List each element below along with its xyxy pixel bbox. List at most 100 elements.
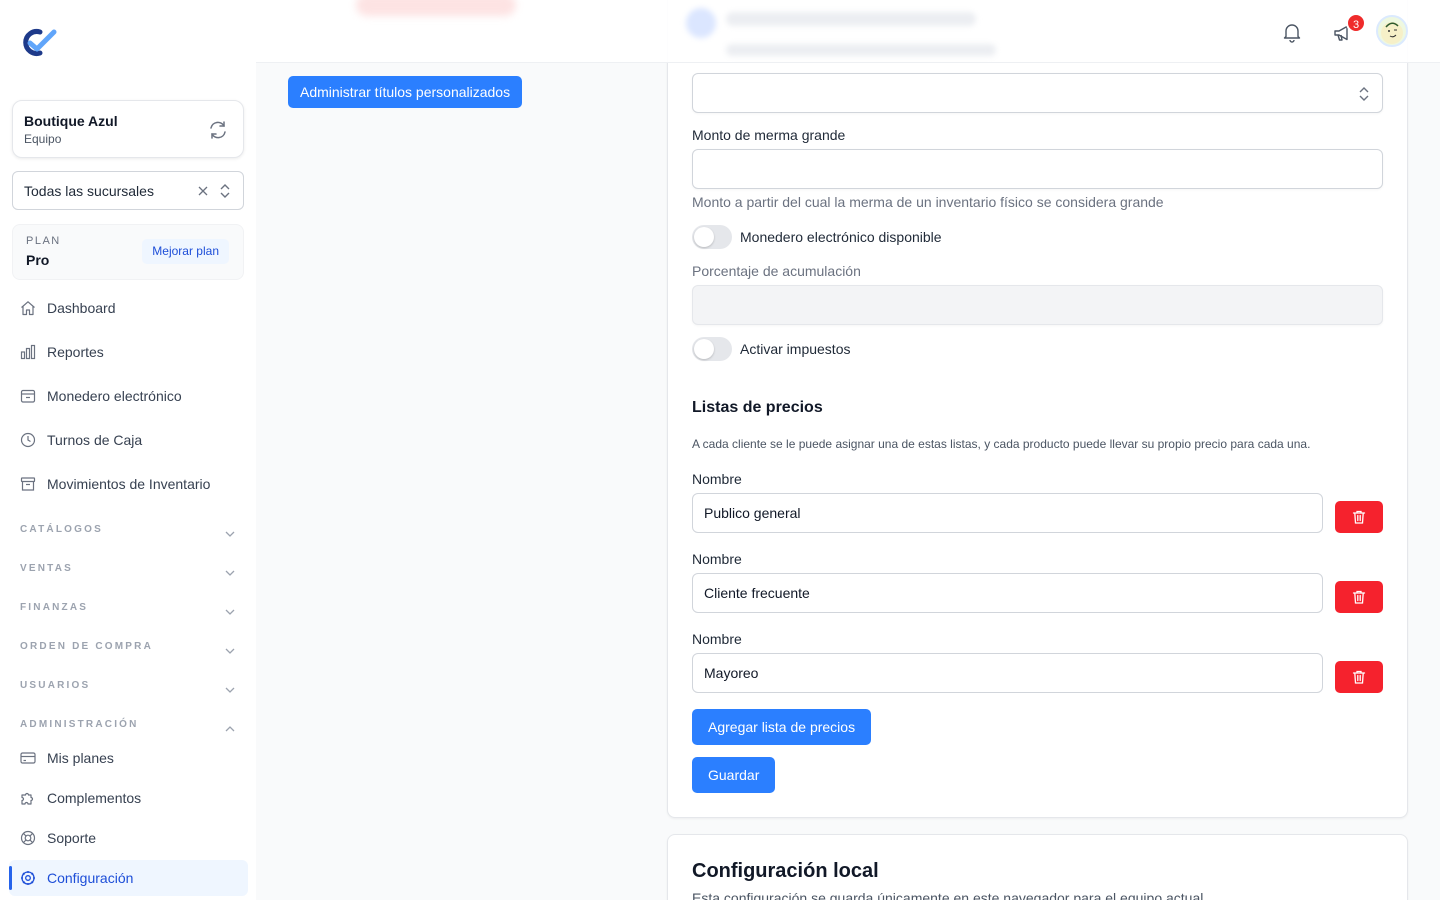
plan-label: PLAN — [26, 235, 61, 247]
branch-select[interactable]: Todas las sucursales — [12, 171, 244, 210]
trash-icon — [1352, 590, 1366, 604]
price-lists-title: Listas de precios — [692, 399, 823, 416]
sidebar-item-movimientos[interactable]: Movimientos de Inventario — [12, 466, 248, 502]
blurred-content — [686, 8, 716, 38]
section-label: FINANZAS — [20, 602, 89, 613]
section-label: CATÁLOGOS — [20, 524, 103, 535]
refresh-icon[interactable] — [207, 119, 229, 141]
local-config-description: Esta configuración se guarda únicamente … — [692, 890, 1208, 900]
sidebar-item-monedero[interactable]: Monedero electrónico — [12, 378, 248, 414]
save-button[interactable]: Guardar — [692, 757, 776, 793]
plan-value: Pro — [26, 252, 50, 268]
upgrade-plan-button[interactable]: Mejorar plan — [142, 239, 229, 264]
bell-icon[interactable] — [1281, 21, 1303, 43]
credit-card-icon — [20, 750, 36, 766]
taxes-toggle-label: Activar impuestos — [740, 341, 851, 357]
delete-price-list-button[interactable] — [1335, 661, 1383, 693]
merma-help-text: Monto a partir del cual la merma de un i… — [692, 194, 1164, 210]
section-label: ADMINISTRACIÓN — [20, 719, 139, 730]
chevron-down-icon — [224, 643, 236, 654]
section-administracion[interactable]: ADMINISTRACIÓN — [12, 716, 240, 736]
settings-select[interactable] — [692, 73, 1383, 113]
price-list-name-label: Nombre — [692, 551, 742, 567]
sidebar-item-label: Mis planes — [47, 750, 114, 766]
gear-icon — [20, 870, 36, 886]
team-subtitle: Equipo — [24, 132, 62, 146]
wallet-toggle-label: Monedero electrónico disponible — [740, 229, 942, 245]
accumulation-label: Porcentaje de acumulación — [692, 263, 861, 279]
price-list-name-label: Nombre — [692, 471, 742, 487]
section-usuarios[interactable]: USUARIOS — [12, 677, 240, 697]
blurred-content — [726, 44, 996, 56]
delete-price-list-button[interactable] — [1335, 581, 1383, 613]
sidebar-item-label: Movimientos de Inventario — [47, 476, 211, 492]
manage-custom-titles-button[interactable]: Administrar títulos personalizados — [288, 76, 523, 108]
add-price-list-button[interactable]: Agregar lista de precios — [692, 709, 872, 745]
price-list-name-value: Mayoreo — [704, 665, 759, 681]
price-list-name-input[interactable]: Publico general — [692, 493, 1323, 533]
merma-input[interactable] — [692, 149, 1383, 189]
taxes-toggle[interactable] — [692, 337, 732, 361]
section-label: VENTAS — [20, 563, 74, 574]
notification-badge: 3 — [1346, 13, 1366, 33]
local-config-title: Configuración local — [692, 860, 879, 882]
sidebar-item-mis-planes[interactable]: Mis planes — [12, 740, 248, 776]
sidebar-item-configuracion[interactable]: Configuración — [9, 860, 248, 896]
price-list-name-value: Cliente frecuente — [704, 585, 810, 601]
merma-label: Monto de merma grande — [692, 127, 846, 143]
close-icon[interactable] — [196, 184, 210, 198]
price-list-name-input[interactable]: Mayoreo — [692, 653, 1323, 693]
delete-price-list-button[interactable] — [1335, 501, 1383, 533]
plan-box: PLAN Pro Mejorar plan — [12, 224, 244, 280]
blurred-content — [726, 12, 976, 26]
trash-icon — [1352, 510, 1366, 524]
chevron-up-icon — [224, 721, 236, 732]
toggle-knob — [694, 339, 714, 359]
section-finanzas[interactable]: FINANZAS — [12, 599, 240, 619]
sidebar-item-label: Reportes — [47, 344, 104, 360]
chevron-up-down-icon — [1358, 85, 1370, 103]
price-list-name-input[interactable]: Cliente frecuente — [692, 573, 1323, 613]
sidebar: Boutique Azul Equipo Todas las sucursale… — [0, 0, 256, 900]
price-list-name-value: Publico general — [704, 505, 801, 521]
chevron-down-icon — [224, 565, 236, 576]
sidebar-item-complementos[interactable]: Complementos — [12, 780, 248, 816]
bar-chart-icon — [20, 344, 36, 360]
sidebar-item-dashboard[interactable]: Dashboard — [12, 290, 248, 326]
lifebuoy-icon — [20, 830, 36, 846]
section-orden-compra[interactable]: ORDEN DE COMPRA — [12, 638, 240, 658]
sidebar-item-label: Complementos — [47, 790, 142, 806]
blurred-content — [356, 0, 516, 16]
sidebar-item-label: Dashboard — [47, 300, 116, 316]
sidebar-item-soporte[interactable]: Soporte — [12, 820, 248, 856]
active-indicator — [9, 866, 12, 890]
toggle-knob — [694, 227, 714, 247]
section-ventas[interactable]: VENTAS — [12, 560, 240, 580]
price-lists-description: A cada cliente se le puede asignar una d… — [692, 437, 1311, 451]
accumulation-input[interactable] — [692, 285, 1383, 325]
team-name: Boutique Azul — [24, 113, 118, 129]
team-switcher[interactable]: Boutique Azul Equipo — [12, 100, 244, 158]
chevron-down-icon — [224, 526, 236, 537]
chevron-up-down-icon — [219, 182, 231, 200]
sidebar-item-label: Soporte — [47, 830, 97, 846]
sidebar-item-label: Monedero electrónico — [47, 388, 182, 404]
sidebar-item-reportes[interactable]: Reportes — [12, 334, 248, 370]
app-logo[interactable] — [18, 26, 58, 58]
clock-icon — [20, 432, 36, 448]
price-list-name-label: Nombre — [692, 631, 742, 647]
sidebar-item-label: Turnos de Caja — [47, 432, 143, 448]
home-icon — [20, 300, 36, 316]
section-catalogos[interactable]: CATÁLOGOS — [12, 521, 240, 541]
branch-select-value: Todas las sucursales — [24, 183, 154, 199]
avatar[interactable] — [1376, 15, 1408, 47]
section-label: ORDEN DE COMPRA — [20, 641, 154, 652]
chevron-down-icon — [224, 682, 236, 693]
sidebar-item-label: Configuración — [47, 870, 134, 886]
wallet-icon — [20, 388, 36, 404]
chevron-down-icon — [224, 604, 236, 615]
trash-icon — [1352, 670, 1366, 684]
wallet-toggle[interactable] — [692, 225, 732, 249]
archive-icon — [20, 476, 36, 492]
sidebar-item-turnos[interactable]: Turnos de Caja — [12, 422, 248, 458]
